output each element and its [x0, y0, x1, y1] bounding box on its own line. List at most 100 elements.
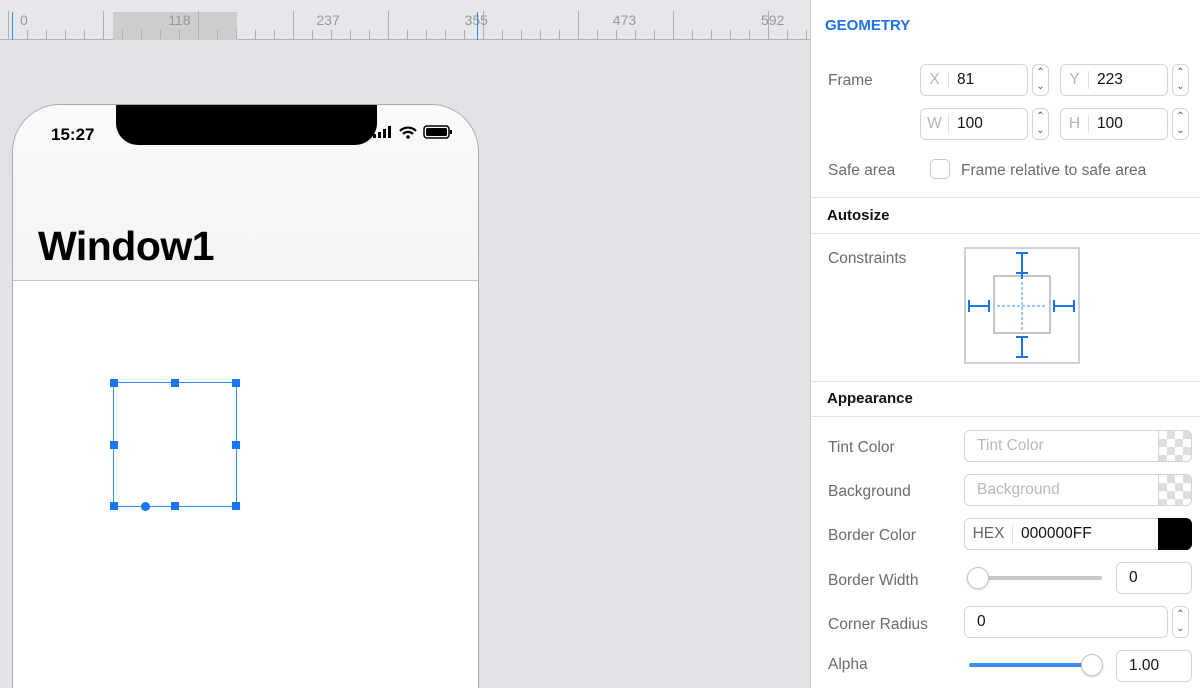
ruler-minor-tick — [122, 30, 123, 39]
alpha-slider-thumb[interactable] — [1081, 654, 1103, 676]
corner-radius-field[interactable]: 0 — [964, 606, 1168, 638]
ruler-minor-tick — [787, 30, 788, 39]
safe-area-checkbox[interactable] — [930, 159, 950, 179]
divider — [811, 233, 1200, 234]
corner-radius-value: 0 — [977, 613, 986, 630]
cellular-signal-icon — [373, 126, 391, 138]
ruler-minor-tick — [141, 30, 142, 39]
alpha-slider[interactable] — [969, 663, 1093, 667]
w-prefix: W — [921, 115, 949, 133]
ruler-minor-tick — [521, 30, 522, 39]
page-title: Window1 — [38, 223, 215, 269]
safe-area-label: Safe area — [828, 162, 896, 179]
border-width-slider-thumb[interactable] — [967, 567, 989, 589]
selected-view[interactable] — [110, 379, 240, 511]
border-width-field[interactable]: 0 — [1116, 562, 1192, 594]
appearance-heading: Appearance — [827, 390, 913, 407]
horizontal-ruler: 0118237355473592 — [0, 0, 810, 40]
ruler-major-tick — [293, 11, 294, 39]
corner-radius-label: Corner Radius — [828, 616, 928, 633]
design-canvas[interactable]: 0118237355473592 15:27 Window1 — [0, 0, 810, 688]
ruler-label: 592 — [761, 12, 785, 28]
safe-area-checkbox-label: Frame relative to safe area — [961, 162, 1147, 179]
ruler-minor-tick — [654, 30, 655, 39]
ruler-minor-tick — [217, 30, 218, 39]
ruler-device-edge-marker — [477, 12, 478, 40]
ruler-minor-tick — [426, 30, 427, 39]
border-color-swatch[interactable] — [1158, 518, 1192, 550]
y-value: 223 — [1097, 71, 1123, 88]
width-field[interactable]: W 100 — [920, 108, 1028, 140]
border-width-slider[interactable] — [971, 576, 1102, 580]
ruler-minor-tick — [179, 30, 180, 39]
y-prefix: Y — [1061, 71, 1089, 89]
y-field[interactable]: Y 223 — [1060, 64, 1168, 96]
border-color-label: Border Color — [828, 527, 916, 544]
alpha-label: Alpha — [828, 656, 868, 673]
divider — [811, 197, 1200, 198]
alpha-field[interactable]: 1.00 — [1116, 650, 1192, 682]
geometry-heading: GEOMETRY — [825, 17, 911, 34]
resize-handle[interactable] — [232, 502, 240, 510]
ruler-minor-tick — [806, 30, 807, 39]
ruler-minor-tick — [616, 30, 617, 39]
x-prefix: X — [921, 71, 949, 89]
ruler-major-tick — [198, 11, 199, 39]
divider — [811, 381, 1200, 382]
width-stepper[interactable]: ⌃ ⌄ — [1032, 108, 1049, 140]
background-field[interactable]: Background — [964, 474, 1159, 506]
resize-handle[interactable] — [171, 379, 179, 387]
ruler-minor-tick — [711, 30, 712, 39]
divider — [811, 416, 1200, 417]
resize-handle[interactable] — [110, 440, 118, 449]
x-value: 81 — [957, 71, 975, 88]
color-format[interactable]: HEX — [965, 525, 1013, 543]
ruler-major-tick — [8, 11, 9, 39]
ruler-minor-tick — [65, 30, 66, 39]
ruler-minor-tick — [597, 30, 598, 39]
corner-radius-handle[interactable] — [140, 502, 150, 511]
ruler-major-tick — [578, 11, 579, 39]
alpha-value: 1.00 — [1129, 657, 1160, 674]
ruler-label: 118 — [168, 12, 191, 28]
device-frame: 15:27 Window1 — [12, 104, 479, 688]
corner-radius-stepper[interactable]: ⌃ ⌄ — [1172, 606, 1189, 638]
background-label: Background — [828, 483, 911, 500]
height-stepper[interactable]: ⌃ ⌄ — [1172, 108, 1189, 140]
ruler-minor-tick — [312, 30, 313, 39]
ruler-minor-tick — [635, 30, 636, 39]
ruler-minor-tick — [236, 30, 237, 39]
resize-handle[interactable] — [232, 440, 240, 449]
tint-color-field[interactable]: Tint Color — [964, 430, 1159, 462]
device-notch — [116, 105, 377, 145]
resize-handle[interactable] — [110, 379, 118, 387]
ruler-minor-tick — [559, 30, 560, 39]
ruler-minor-tick — [502, 30, 503, 39]
ruler-minor-tick — [274, 30, 275, 39]
h-prefix: H — [1061, 115, 1089, 133]
background-swatch[interactable] — [1158, 474, 1192, 506]
battery-icon — [423, 125, 452, 139]
resize-handle[interactable] — [171, 502, 179, 510]
ruler-minor-tick — [540, 30, 541, 39]
ruler-minor-tick — [464, 30, 465, 39]
h-value: 100 — [1097, 115, 1123, 132]
x-stepper[interactable]: ⌃ ⌄ — [1032, 64, 1049, 96]
x-field[interactable]: X 81 — [920, 64, 1028, 96]
ruler-minor-tick — [27, 30, 28, 39]
inspector-panel: GEOMETRY Frame X 81 ⌃ ⌄ Y 223 ⌃ ⌄ W 100 ⌃ ⌄ H1… — [810, 0, 1200, 688]
ruler-minor-tick — [749, 30, 750, 39]
height-field[interactable]: H 100 — [1060, 108, 1168, 140]
ruler-minor-tick — [692, 30, 693, 39]
status-icons — [373, 125, 453, 139]
border-color-field[interactable]: HEX 000000FF — [964, 518, 1159, 550]
ruler-minor-tick — [445, 30, 446, 39]
y-stepper[interactable]: ⌃ ⌄ — [1172, 64, 1189, 96]
ruler-major-tick — [673, 11, 674, 39]
tint-color-swatch[interactable] — [1158, 430, 1192, 462]
ruler-major-tick — [388, 11, 389, 39]
constraints-editor[interactable] — [964, 247, 1081, 364]
resize-handle[interactable] — [110, 502, 118, 510]
resize-handle[interactable] — [232, 379, 240, 387]
wifi-icon — [399, 126, 417, 139]
